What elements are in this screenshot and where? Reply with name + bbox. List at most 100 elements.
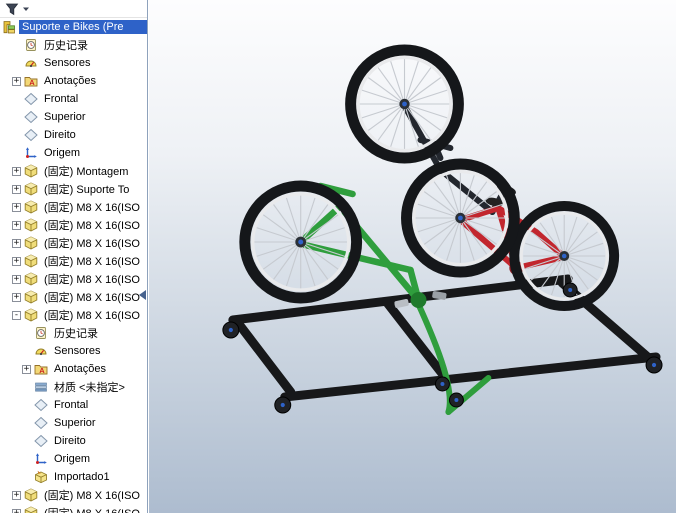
plane-icon xyxy=(24,128,38,142)
tree-item[interactable]: Sensores xyxy=(0,342,147,360)
tree-item[interactable]: Direito xyxy=(0,432,147,450)
sensors-icon xyxy=(34,344,48,358)
tree-item[interactable]: + (固定) M8 X 16(ISO xyxy=(0,198,147,216)
panel-splitter[interactable] xyxy=(139,290,146,300)
item-label: (固定) M8 X 16(ISO xyxy=(41,198,143,216)
expander-toggle[interactable]: + xyxy=(12,257,21,266)
solidworks-window: Suporte e Bikes (Pre 历史记录 Sensores + A A… xyxy=(0,0,676,513)
tree-item[interactable]: + (固定) M8 X 16(ISO xyxy=(0,486,147,504)
item-label: Origem xyxy=(51,452,93,466)
annotations-icon: A xyxy=(24,74,38,88)
tree-item[interactable]: 材质 <未指定> xyxy=(0,378,147,396)
tree-item[interactable]: + (固定) Suporte To xyxy=(0,180,147,198)
material-icon xyxy=(34,380,48,394)
item-label: (固定) M8 X 16(ISO xyxy=(41,306,143,324)
tree-item[interactable]: Sensores xyxy=(0,54,147,72)
tree-item[interactable]: Direito xyxy=(0,126,147,144)
item-label: 历史记录 xyxy=(41,36,91,54)
expander-toggle[interactable]: + xyxy=(12,185,21,194)
tree-item[interactable]: Origem xyxy=(0,450,147,468)
feature-manager-panel: Suporte e Bikes (Pre 历史记录 Sensores + A A… xyxy=(0,0,148,513)
plane-icon xyxy=(34,434,48,448)
tree-item[interactable]: + (固定) Montagem xyxy=(0,162,147,180)
bike-wheel-left xyxy=(245,186,357,298)
dropdown-arrow-icon[interactable] xyxy=(22,5,30,13)
tree-item[interactable]: 历史记录 xyxy=(0,324,147,342)
expander-toggle[interactable]: + xyxy=(12,221,21,230)
item-label: Superior xyxy=(41,110,89,124)
item-label: (固定) M8 X 16(ISO xyxy=(41,288,143,306)
tree-item[interactable]: + (固定) M8 X 16(ISO xyxy=(0,270,147,288)
tree-item[interactable]: Suporte e Bikes (Pre xyxy=(0,18,147,36)
item-label: Sensores xyxy=(41,56,93,70)
item-label: (固定) M8 X 16(ISO xyxy=(41,216,143,234)
tree-item[interactable]: Frontal xyxy=(0,90,147,108)
expander-toggle[interactable]: + xyxy=(12,509,21,513)
component-icon xyxy=(24,200,38,214)
tree-item[interactable]: + A Anotações xyxy=(0,72,147,90)
component-icon xyxy=(24,164,38,178)
svg-text:A: A xyxy=(29,78,35,87)
origin-icon xyxy=(24,146,38,160)
expander-toggle[interactable]: + xyxy=(12,239,21,248)
component-icon xyxy=(24,506,38,513)
item-label: (固定) M8 X 16(ISO xyxy=(41,486,143,504)
tree-item[interactable]: + (固定) M8 X 16(ISO xyxy=(0,234,147,252)
tree-item[interactable]: Frontal xyxy=(0,396,147,414)
funnel-icon[interactable] xyxy=(5,2,19,16)
tree-item[interactable]: + (固定) M8 X 16(ISO xyxy=(0,504,147,513)
item-label: Origem xyxy=(41,146,83,160)
tree-item[interactable]: Superior xyxy=(0,108,147,126)
item-label: Anotações xyxy=(41,74,99,88)
item-label: Direito xyxy=(41,128,79,142)
expander-toggle[interactable]: + xyxy=(12,167,21,176)
item-label: (固定) Suporte To xyxy=(41,180,132,198)
origin-icon xyxy=(34,452,48,466)
bike-wheel-top xyxy=(351,50,459,158)
tree-item[interactable]: Importado1 xyxy=(0,468,147,486)
bike-rack-model xyxy=(149,0,676,513)
expander-toggle[interactable]: - xyxy=(12,311,21,320)
tree-item[interactable]: + A Anotações xyxy=(0,360,147,378)
item-label: Anotações xyxy=(51,362,109,376)
expander-toggle[interactable]: + xyxy=(12,275,21,284)
component-icon xyxy=(24,272,38,286)
tree-item[interactable]: Superior xyxy=(0,414,147,432)
history-icon xyxy=(24,38,38,52)
assembly-icon xyxy=(2,20,16,34)
component-icon xyxy=(24,182,38,196)
expander-toggle[interactable]: + xyxy=(12,77,21,86)
item-label: Frontal xyxy=(41,92,81,106)
tree-item[interactable]: + (固定) M8 X 16(ISO xyxy=(0,288,147,306)
plane-icon xyxy=(24,110,38,124)
expander-toggle[interactable]: + xyxy=(12,293,21,302)
item-label: (固定) Montagem xyxy=(41,162,131,180)
green-bike-crank xyxy=(411,292,427,308)
item-label: Sensores xyxy=(51,344,103,358)
tree-item[interactable]: 历史记录 xyxy=(0,36,147,54)
item-label: Frontal xyxy=(51,398,91,412)
graphics-area[interactable] xyxy=(149,0,676,513)
component-icon xyxy=(24,308,38,322)
item-label: (固定) M8 X 16(ISO xyxy=(41,270,143,288)
tree-item[interactable]: - (固定) M8 X 16(ISO xyxy=(0,306,147,324)
feature-tree: Suporte e Bikes (Pre 历史记录 Sensores + A A… xyxy=(0,18,147,513)
expander-toggle[interactable]: + xyxy=(12,491,21,500)
plane-icon xyxy=(24,92,38,106)
tree-item[interactable]: + (固定) M8 X 16(ISO xyxy=(0,252,147,270)
item-label: Importado1 xyxy=(51,470,113,484)
plane-icon xyxy=(34,416,48,430)
item-label: Direito xyxy=(51,434,89,448)
plane-icon xyxy=(34,398,48,412)
component-icon xyxy=(24,290,38,304)
tree-item[interactable]: + (固定) M8 X 16(ISO xyxy=(0,216,147,234)
component-icon xyxy=(24,488,38,502)
tree-item[interactable]: Origem xyxy=(0,144,147,162)
item-label: 材质 <未指定> xyxy=(51,378,128,396)
history-icon xyxy=(34,326,48,340)
expander-toggle[interactable]: + xyxy=(22,365,31,374)
item-label: (固定) M8 X 16(ISO xyxy=(41,234,143,252)
annotations-icon: A xyxy=(34,362,48,376)
bike-wheel-center xyxy=(407,164,515,272)
expander-toggle[interactable]: + xyxy=(12,203,21,212)
